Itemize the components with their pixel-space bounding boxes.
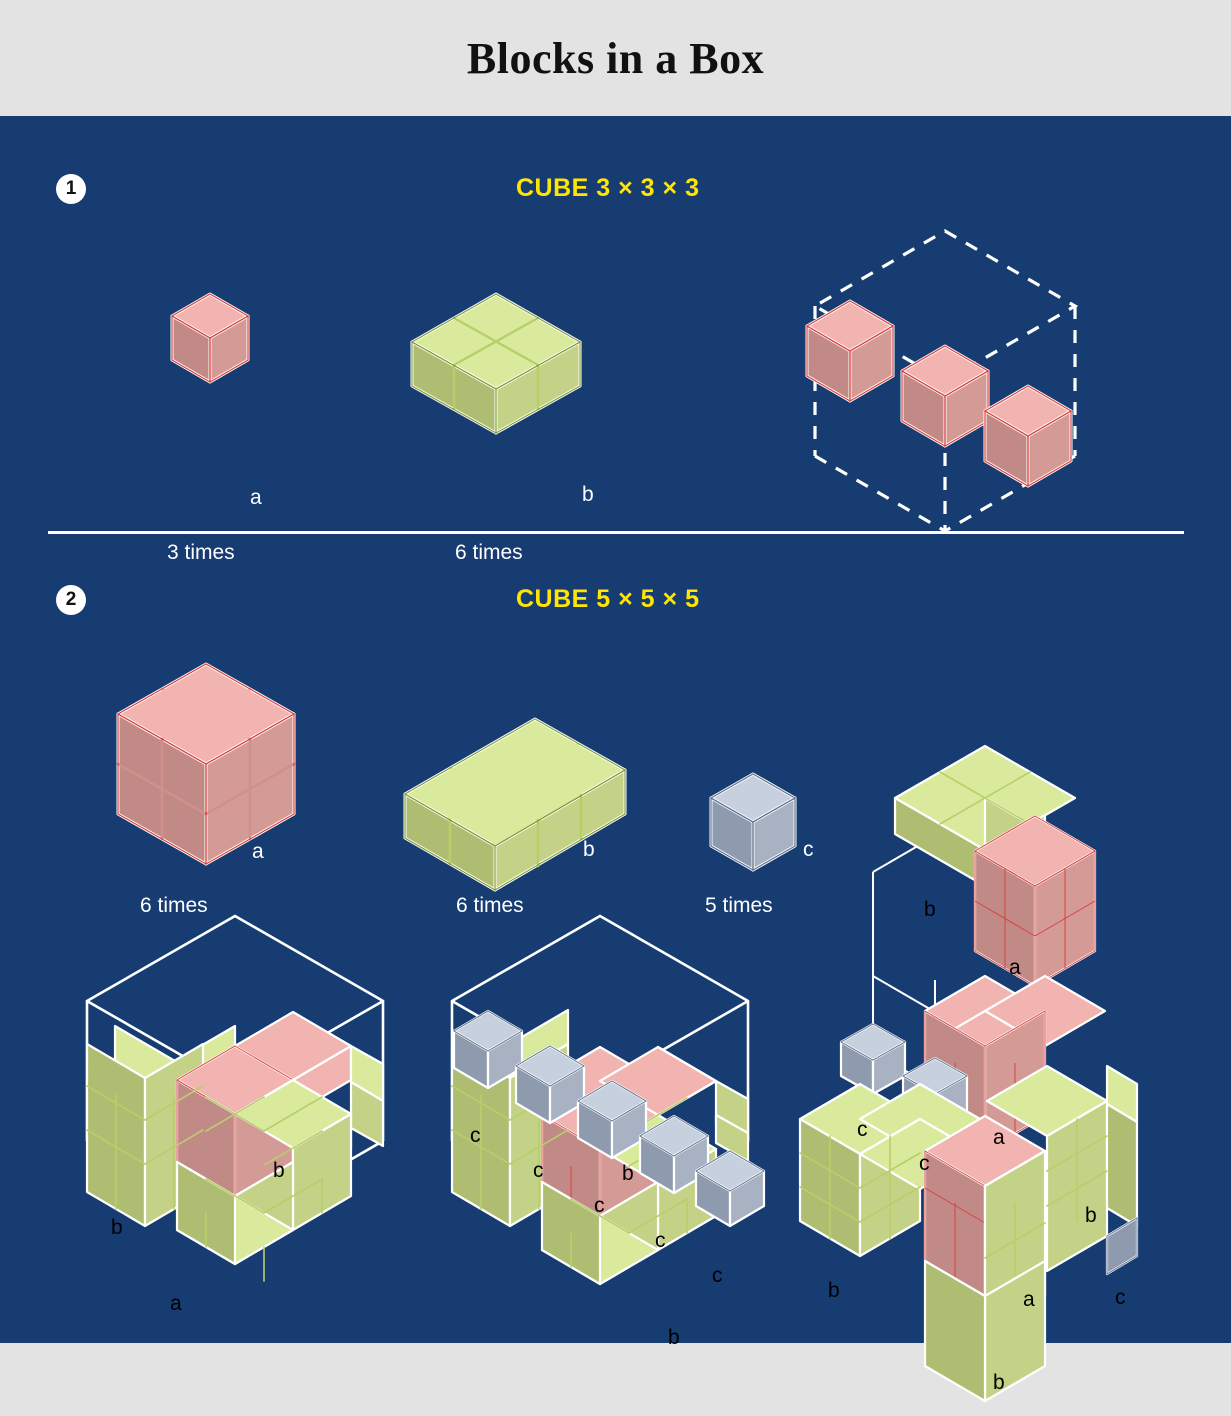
solution1-label-b-left: b bbox=[111, 1216, 123, 1239]
piece-b-label-cube3: b bbox=[582, 483, 594, 506]
solution2-label-c-3: c bbox=[594, 1194, 605, 1217]
page-header: Blocks in a Box bbox=[0, 0, 1231, 116]
piece-a-count-cube3: 3 times bbox=[167, 541, 235, 564]
solution3-label-c-2: c bbox=[919, 1152, 930, 1175]
section-title-2: CUBE 5 × 5 × 5 bbox=[516, 585, 700, 613]
solution1-label-a: a bbox=[170, 1292, 182, 1315]
solution2-label-b-bottom: b bbox=[668, 1326, 680, 1349]
piece-b-label-cube5: b bbox=[583, 838, 595, 861]
piece-b-count-cube3: 6 times bbox=[455, 541, 523, 564]
solution3-label-b-left: b bbox=[828, 1279, 840, 1302]
solution1-label-b-top: b bbox=[273, 1159, 285, 1182]
piece-a-label-cube5: a bbox=[252, 840, 264, 863]
solution3-label-c-3: c bbox=[1115, 1286, 1126, 1309]
solution-cube3 bbox=[790, 191, 1120, 551]
section-badge-2: 2 bbox=[56, 585, 86, 615]
solution3-label-b-right: b bbox=[1085, 1204, 1097, 1227]
solution-cube5-layer-3 bbox=[785, 736, 1185, 1416]
page-title: Blocks in a Box bbox=[466, 33, 765, 83]
solution2-label-c-1: c bbox=[470, 1124, 481, 1147]
piece-b-cube3 bbox=[408, 266, 608, 436]
diagram-canvas: 1 CUBE 3 × 3 × 3 a 3 times b 6 times 2 C… bbox=[0, 116, 1231, 1403]
solution3-label-c-1: c bbox=[857, 1118, 868, 1141]
piece-a-label-cube3: a bbox=[250, 486, 262, 509]
piece-a-cube5 bbox=[98, 652, 328, 902]
solution3-label-a-top: a bbox=[1009, 956, 1021, 979]
solution2-label-c-5: c bbox=[712, 1264, 723, 1287]
solution-cube5-layer-1 bbox=[75, 896, 415, 1316]
solution3-label-a-mid: a bbox=[993, 1126, 1005, 1149]
solution3-label-b-top: b bbox=[924, 898, 936, 921]
piece-a-cube3 bbox=[166, 288, 266, 418]
section-title-1: CUBE 3 × 3 × 3 bbox=[516, 174, 700, 202]
solution-cube5-layer-2 bbox=[440, 896, 780, 1316]
solution2-label-c-4: c bbox=[655, 1229, 666, 1252]
solution3-label-a-bottom: a bbox=[1023, 1288, 1035, 1311]
poster: Blocks in a Box 1 CUBE 3 × 3 × 3 a 3 tim… bbox=[0, 0, 1231, 1403]
section-badge-1: 1 bbox=[56, 174, 86, 204]
section-divider bbox=[48, 531, 1184, 534]
solution3-label-b-bottom: b bbox=[993, 1371, 1005, 1394]
solution2-label-c-2: c bbox=[533, 1159, 544, 1182]
piece-b-cube5 bbox=[395, 706, 675, 896]
solution2-label-b-top: b bbox=[622, 1162, 634, 1185]
